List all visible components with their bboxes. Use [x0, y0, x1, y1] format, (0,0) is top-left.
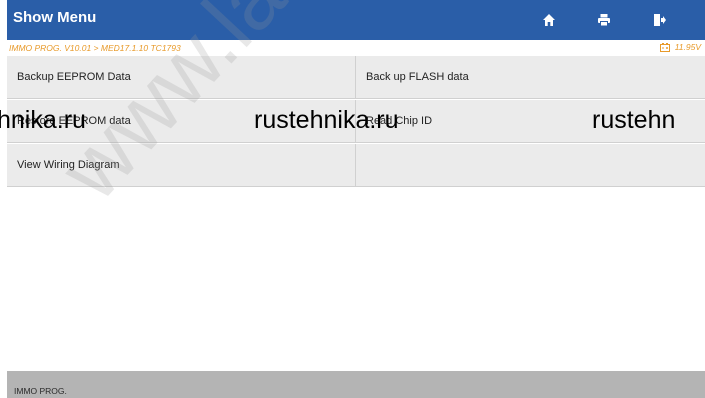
exit-button[interactable]: [632, 0, 686, 40]
home-button[interactable]: [522, 0, 576, 40]
menu-item-backup-eeprom[interactable]: Backup EEPROM Data: [7, 56, 357, 99]
menu-item-empty: [355, 144, 705, 187]
home-icon: [543, 14, 555, 26]
menu-item-restore-eeprom[interactable]: Restore EEPROM data: [7, 100, 357, 143]
print-button[interactable]: [577, 0, 631, 40]
page-title: Show Menu: [13, 9, 97, 26]
print-icon: [598, 14, 610, 27]
battery-icon: [659, 42, 670, 52]
title-bar: Show Menu: [7, 0, 705, 40]
menu-item-view-wiring-diagram[interactable]: View Wiring Diagram: [7, 144, 357, 187]
content-area: [7, 188, 705, 371]
menu-item-read-chip-id[interactable]: Read Chip ID: [355, 100, 705, 143]
app-window: Show Menu IMMO PROG. V10.01 > MED17.1.10…: [7, 0, 705, 398]
footer-bar: IMMO PROG.: [7, 371, 705, 398]
menu-item-backup-flash[interactable]: Back up FLASH data: [355, 56, 705, 99]
breadcrumb: IMMO PROG. V10.01 > MED17.1.10 TC1793: [9, 43, 181, 53]
menu-grid: Backup EEPROM Data Back up FLASH data Re…: [7, 56, 705, 188]
status-bar: IMMO PROG. V10.01 > MED17.1.10 TC1793 11…: [7, 40, 705, 56]
footer-label: IMMO PROG.: [14, 386, 67, 396]
exit-icon: [654, 14, 666, 26]
voltage-value: 11.95V: [674, 42, 701, 52]
voltage-indicator: 11.95V: [659, 42, 701, 52]
